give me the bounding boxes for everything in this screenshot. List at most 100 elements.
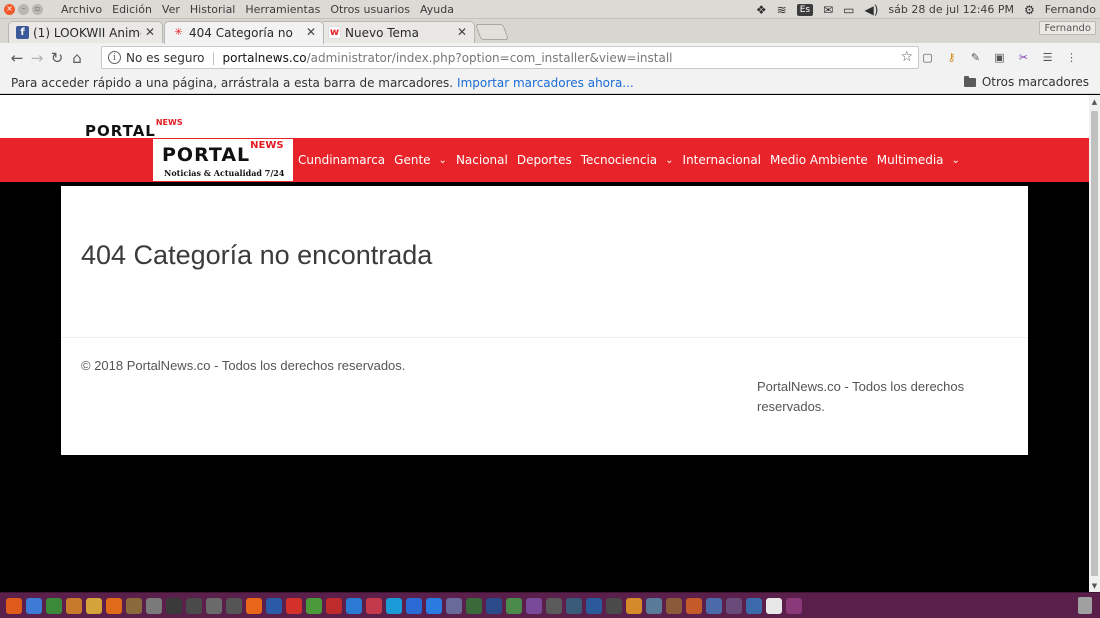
nav-item-gente[interactable]: Gente ⌄ (394, 153, 447, 167)
document-icon[interactable] (766, 597, 782, 614)
nav-item-tecnociencia[interactable]: Tecnociencia ⌄ (581, 153, 674, 167)
close-tab-icon[interactable]: ✕ (306, 25, 316, 39)
scrollbar-thumb[interactable] (1091, 111, 1098, 576)
nav-item-medio-ambiente[interactable]: Medio Ambiente (770, 153, 868, 167)
app-t-icon[interactable] (746, 597, 762, 614)
volume-icon[interactable]: ◀) (865, 3, 879, 17)
battery-icon[interactable]: ▭ (843, 3, 854, 17)
url-path[interactable]: /administrator/index.php?option=com_inst… (307, 51, 673, 65)
scroll-up-icon[interactable]: ▲ (1091, 98, 1098, 106)
chrome-icon[interactable] (306, 597, 322, 614)
scroll-down-icon[interactable]: ▼ (1091, 582, 1098, 590)
new-tab-button[interactable] (475, 24, 509, 40)
app-c-icon[interactable] (366, 597, 382, 614)
app-i-icon[interactable] (526, 597, 542, 614)
chrome-menu-icon[interactable]: ⋮ (1064, 50, 1079, 64)
drive-icon[interactable] (226, 597, 242, 614)
clock[interactable]: sáb 28 de jul 12:46 PM (888, 3, 1014, 16)
skype-icon[interactable] (386, 597, 402, 614)
app-s-icon[interactable] (726, 597, 742, 614)
chevron-down-icon[interactable]: ⌄ (952, 155, 960, 166)
app-a-icon[interactable] (106, 597, 122, 614)
app-o-icon[interactable] (646, 597, 662, 614)
close-tab-icon[interactable]: ✕ (145, 25, 155, 39)
app-f-icon[interactable] (466, 597, 482, 614)
nav-item-cundinamarca[interactable]: Cundinamarca (298, 153, 385, 167)
maximize-window-icon[interactable]: ▫ (32, 3, 43, 15)
browser-icon[interactable] (266, 597, 282, 614)
site-logo[interactable]: PORTAL NEWS Noticias & Actualidad 7/24 (153, 139, 293, 181)
minimize-window-icon[interactable]: – (18, 3, 29, 15)
menu-archivo[interactable]: Archivo (61, 3, 102, 16)
nav-item-multimedia[interactable]: Multimedia ⌄ (877, 153, 960, 167)
menu-historial[interactable]: Historial (190, 3, 235, 16)
wifi-icon[interactable]: ≋ (777, 3, 787, 17)
chevron-down-icon[interactable]: ⌄ (665, 155, 673, 166)
profile-button[interactable]: Fernando (1039, 21, 1096, 35)
eyedropper-icon[interactable]: ✎ (968, 50, 983, 64)
files-icon[interactable] (66, 597, 82, 614)
security-status[interactable]: No es seguro (126, 51, 204, 65)
menu-ver[interactable]: Ver (162, 3, 180, 16)
app-h-icon[interactable] (506, 597, 522, 614)
home-icon[interactable]: ⌂ (67, 48, 87, 68)
list-icon[interactable]: ☰ (1040, 50, 1055, 64)
site-logo-small[interactable]: PORTAL NEWS (82, 117, 202, 140)
app-l-icon[interactable] (586, 597, 602, 614)
back-arrow-icon[interactable]: ← (7, 48, 27, 68)
url-host[interactable]: portalnews.co (223, 51, 307, 65)
menu-otros-usuarios[interactable]: Otros usuarios (330, 3, 410, 16)
menu-ayuda[interactable]: Ayuda (420, 3, 454, 16)
trash-icon[interactable] (1078, 597, 1092, 614)
info-icon[interactable]: i (108, 51, 121, 64)
address-bar[interactable]: i No es seguro | portalnews.co/administr… (101, 46, 919, 69)
archive-icon[interactable] (126, 597, 142, 614)
app-q-icon[interactable] (686, 597, 702, 614)
vivaldi-icon[interactable] (286, 597, 302, 614)
other-bookmarks-folder[interactable]: Otros marcadores (963, 75, 1089, 89)
scissors-icon[interactable]: ✂ (1016, 50, 1031, 64)
app-g-icon[interactable] (486, 597, 502, 614)
app-d-icon[interactable] (406, 597, 422, 614)
session-gear-icon[interactable]: ⚙ (1024, 3, 1035, 17)
app-k-icon[interactable] (566, 597, 582, 614)
import-bookmarks-link[interactable]: Importar marcadores ahora... (457, 76, 634, 90)
forward-arrow-icon[interactable]: → (27, 48, 47, 68)
app-b-icon[interactable] (346, 597, 362, 614)
reload-icon[interactable]: ↻ (47, 48, 67, 68)
terminal-icon[interactable] (46, 597, 62, 614)
dropbox-tray-icon[interactable]: ❖ (756, 3, 767, 17)
settings-icon[interactable] (146, 597, 162, 614)
calculator-icon[interactable] (206, 597, 222, 614)
app-e-icon[interactable] (446, 597, 462, 614)
tab-404-categoria[interactable]: ✳ 404 Categoría no en ✕ (164, 21, 324, 44)
screen-icon[interactable] (186, 597, 202, 614)
extension-box-icon[interactable]: ▣ (992, 50, 1007, 64)
app-r-icon[interactable] (706, 597, 722, 614)
chevron-down-icon[interactable]: ⌄ (439, 155, 447, 166)
monitor-icon[interactable] (166, 597, 182, 614)
dropbox-icon[interactable] (426, 597, 442, 614)
chromium-icon[interactable] (26, 597, 42, 614)
ubuntu-dash-icon[interactable] (6, 597, 22, 614)
firefox-icon[interactable] (246, 597, 262, 614)
page-scrollbar[interactable]: ▲ ▼ (1089, 95, 1100, 592)
cast-icon[interactable]: ▢ (920, 50, 935, 64)
app-p-icon[interactable] (666, 597, 682, 614)
menu-edición[interactable]: Edición (112, 3, 152, 16)
image-viewer-icon[interactable] (86, 597, 102, 614)
nav-item-nacional[interactable]: Nacional (456, 153, 508, 167)
nav-item-deportes[interactable]: Deportes (517, 153, 572, 167)
filezilla-icon[interactable] (326, 597, 342, 614)
close-tab-icon[interactable]: ✕ (457, 25, 467, 39)
app-n-icon[interactable] (626, 597, 642, 614)
bookmark-star-icon[interactable]: ☆ (900, 49, 913, 65)
close-window-icon[interactable]: × (4, 3, 15, 15)
tab-nuevo-tema[interactable]: w Nuevo Tema ✕ (320, 21, 475, 43)
user-name[interactable]: Fernando (1045, 3, 1096, 16)
extension-key-icon[interactable]: ⚷ (944, 50, 959, 64)
nav-item-internacional[interactable]: Internacional (683, 153, 761, 167)
menu-herramientas[interactable]: Herramientas (245, 3, 320, 16)
app-j-icon[interactable] (546, 597, 562, 614)
app-m-icon[interactable] (606, 597, 622, 614)
